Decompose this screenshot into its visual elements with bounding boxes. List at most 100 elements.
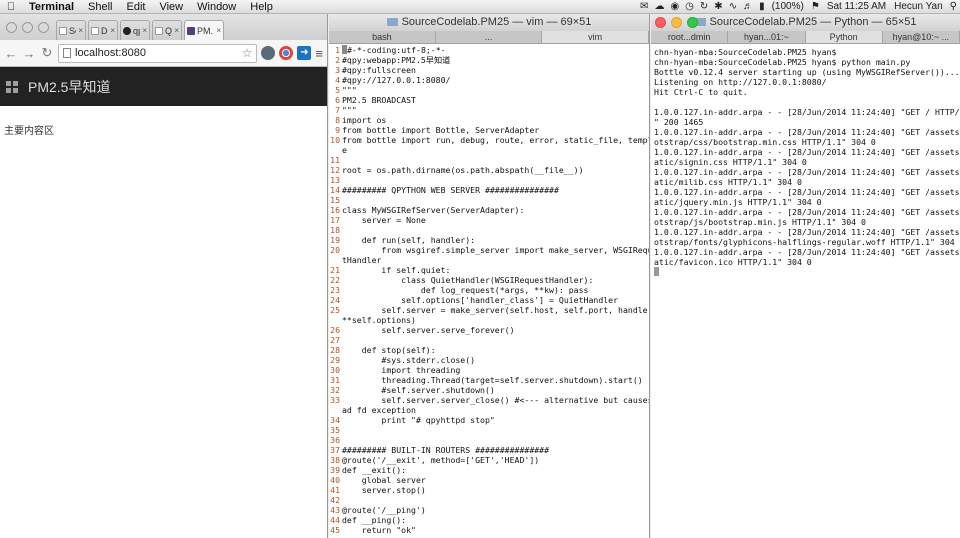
url-text[interactable]: localhost:8080 — [75, 47, 238, 59]
code-line: 35 — [329, 425, 649, 435]
sync-icon[interactable]: ↻ — [697, 1, 711, 12]
chrome-tab-4[interactable]: QP× — [152, 20, 182, 40]
menu-view[interactable]: View — [152, 1, 190, 13]
code-line: 41 server.stop() — [329, 485, 649, 495]
terminal-line: 1.0.0.127.in-addr.arpa - - [28/Jun/2014 … — [654, 167, 960, 177]
close-tab-icon[interactable]: × — [110, 26, 115, 35]
address-bar[interactable]: localhost:8080 ☆ — [58, 43, 258, 63]
close-window-button[interactable] — [655, 17, 666, 28]
line-number: 45 — [330, 525, 340, 535]
zoom-window-button[interactable] — [687, 17, 698, 28]
vim-editor-buffer[interactable]: 1 #-*-coding:utf-8;-*- 2 #qpy:webapp:PM2.5早… — [329, 44, 649, 535]
menu-grid-icon[interactable] — [6, 80, 18, 93]
forward-icon[interactable]: → — [22, 46, 36, 61]
code-text: print "# qpyhttpd stop" — [342, 415, 495, 425]
line-number: 29 — [330, 355, 340, 365]
code-text: from bottle import run, debug, route, er… — [342, 135, 649, 145]
code-line: 9 from bottle import Bottle, ServerAdapte… — [329, 125, 649, 135]
site-brand[interactable]: PM2.5早知道 — [28, 77, 110, 97]
python-terminal-output[interactable]: chn-hyan-mba:SourceCodelab.PM25 hyan$ chn… — [651, 44, 960, 277]
code-text: global server — [342, 475, 426, 485]
python-terminal-tabs: root...dmin hyan...01:~ Python hyan@10:~… — [651, 31, 960, 44]
eye-icon[interactable]: ◉ — [667, 1, 682, 12]
terminal-line: 1.0.0.127.in-addr.arpa - - [28/Jun/2014 … — [654, 227, 960, 237]
terminal-tab-hyan-1[interactable]: hyan...01:~ — [728, 31, 806, 43]
extension-globe-icon[interactable] — [261, 46, 276, 60]
code-text: threading.Thread(target=self.server.shut… — [342, 375, 643, 385]
chrome-menu-icon[interactable]: ≡ — [315, 46, 323, 61]
terminal-line: 1.0.0.127.in-addr.arpa - - [28/Jun/2014 … — [654, 147, 960, 157]
chrome-tab-1[interactable]: Sel× — [56, 20, 86, 40]
flag-icon[interactable]: ⚑ — [808, 1, 823, 12]
menu-shell[interactable]: Shell — [81, 1, 119, 13]
terminal-tab-python[interactable]: Python — [805, 31, 883, 43]
wifi-icon[interactable]: ∿ — [726, 1, 740, 12]
battery-percent: (100%) — [771, 1, 804, 12]
minimize-window-button[interactable] — [22, 22, 33, 33]
line-number: 31 — [330, 375, 340, 385]
page-info-icon[interactable] — [63, 48, 71, 58]
code-line: 38 @route('/__exit', method=['GET','HEAD'… — [329, 455, 649, 465]
line-number: 24 — [330, 295, 340, 305]
close-tab-icon[interactable]: × — [78, 26, 83, 35]
extension-arrow-icon[interactable]: ➜ — [297, 46, 312, 60]
zoom-window-button[interactable] — [38, 22, 49, 33]
line-number: 36 — [330, 435, 340, 445]
terminal-tab-root[interactable]: root...dmin — [651, 31, 729, 43]
terminal-line: 1.0.0.127.in-addr.arpa - - [28/Jun/2014 … — [654, 207, 960, 217]
timer-icon[interactable]: ◷ — [682, 1, 697, 12]
close-tab-icon[interactable]: × — [174, 26, 179, 35]
code-line: 21 if self.quiet: — [329, 265, 649, 275]
menu-window[interactable]: Window — [190, 1, 243, 13]
line-number: 3 — [335, 65, 340, 75]
terminal-tab-more[interactable]: ... — [436, 31, 543, 43]
line-number: 30 — [330, 365, 340, 375]
close-window-button[interactable] — [6, 22, 17, 33]
line-number: 1 — [335, 45, 340, 55]
page-icon — [91, 26, 99, 35]
cloud-icon[interactable]: ☁ — [651, 1, 667, 12]
menu-terminal[interactable]: Terminal — [22, 1, 81, 13]
terminal-tab-hyan-2[interactable]: hyan@10:~ ... — [883, 31, 960, 43]
terminal-tab-vim[interactable]: vim — [542, 31, 649, 43]
close-tab-icon[interactable]: × — [142, 26, 147, 35]
line-number: 17 — [330, 215, 340, 225]
chrome-tab-3[interactable]: qpy× — [120, 20, 150, 40]
code-text: def __ping(): — [342, 515, 407, 525]
code-text: PM2.5 BROADCAST — [342, 95, 416, 105]
volume-icon[interactable]: ♬ — [740, 1, 756, 12]
reload-icon[interactable]: ↻ — [40, 45, 54, 61]
bluetooth-icon[interactable]: ✱ — [711, 1, 725, 12]
battery-icon[interactable]: ▮ — [756, 1, 768, 12]
terminal-tab-bash[interactable]: bash — [329, 31, 436, 43]
close-tab-icon[interactable]: × — [216, 26, 221, 35]
code-line: 17 server = None — [329, 215, 649, 225]
apple-icon[interactable]:  — [0, 1, 22, 13]
code-line: 8 import os — [329, 115, 649, 125]
code-line: 24 self.options['handler_class'] = Quiet… — [329, 295, 649, 305]
code-line: 37 ######### BUILT-IN ROUTERS ###########… — [329, 445, 649, 455]
code-text: #qpy:fullscreen — [342, 65, 416, 75]
menu-help[interactable]: Help — [243, 1, 280, 13]
user-name[interactable]: Hecun Yan — [890, 1, 947, 12]
code-line: 23 def log_request(*args, **kw): pass — [329, 285, 649, 295]
line-number: 16 — [330, 205, 340, 215]
clock[interactable]: Sat 11:25 AM — [823, 1, 890, 12]
extension-chrome-icon[interactable] — [279, 46, 294, 60]
code-line: 36 — [329, 435, 649, 445]
line-number: 28 — [330, 345, 340, 355]
terminal-line: otstrap/css/bootstrap.min.css HTTP/1.1" … — [654, 137, 876, 147]
menu-edit[interactable]: Edit — [120, 1, 153, 13]
code-text: def log_request(*args, **kw): pass — [342, 285, 589, 295]
page-icon — [59, 26, 67, 35]
spotlight-icon[interactable]: ⚲ — [947, 1, 960, 12]
chrome-tab-2[interactable]: Dev× — [88, 20, 118, 40]
python-window-controls — [655, 17, 698, 28]
chrome-tab-active[interactable]: PM. × — [184, 20, 224, 40]
folder-icon — [386, 18, 398, 26]
mail-icon[interactable]: ✉ — [637, 1, 651, 12]
terminal-cursor-line — [654, 267, 960, 277]
minimize-window-button[interactable] — [671, 17, 682, 28]
back-icon[interactable]: ← — [4, 46, 18, 61]
bookmark-star-icon[interactable]: ☆ — [242, 46, 253, 60]
